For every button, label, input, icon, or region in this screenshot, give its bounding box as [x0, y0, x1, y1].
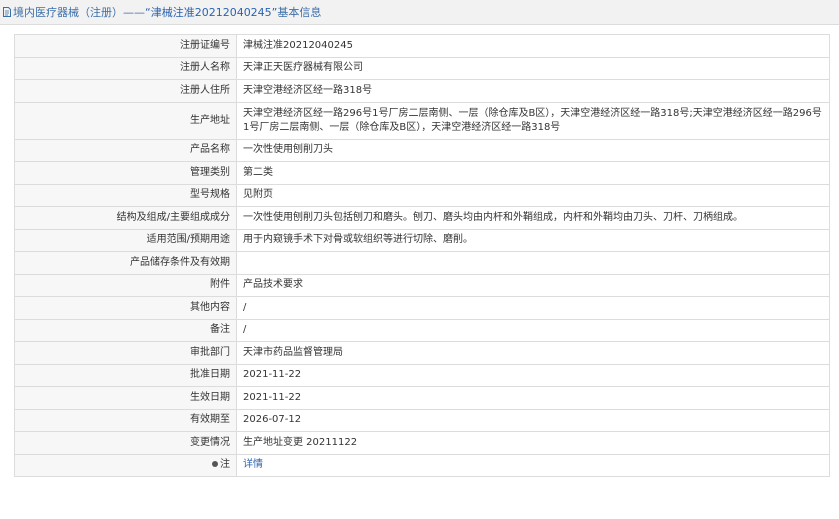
table-row-note: 注 详情 [14, 453, 830, 477]
table-row: 审批部门 天津市药品监督管理局 [14, 341, 830, 365]
bullet-icon [212, 461, 218, 468]
table-row: 生产地址 天津空港经济区经一路296号1号厂房二层南侧、一层（除仓库及B区），天津… [14, 101, 830, 140]
field-value: 用于内窥镜手术下对骨或软组织等进行切除、磨削。 [236, 228, 830, 252]
field-label: 产品名称 [14, 138, 237, 162]
field-label: 注册人名称 [14, 56, 237, 80]
field-value: 天津空港经济区经一路296号1号厂房二层南侧、一层（除仓库及B区），天津空港经济… [236, 101, 830, 140]
table-row: 附件 产品技术要求 [14, 273, 830, 297]
detail-table-body: 注册证编号 津械注准20212040245 注册人名称 天津正天医疗器械有限公司 注册人… [14, 34, 830, 477]
table-row: 备注 / [14, 318, 830, 342]
note-value-cell: 详情 [236, 453, 830, 477]
table-row: 适用范围/预期用途 用于内窥镜手术下对骨或软组织等进行切除、磨削。 [14, 228, 830, 252]
note-label: 注 [220, 459, 230, 471]
table-row: 其他内容 / [14, 296, 830, 320]
table-row: 有效期至 2026-07-12 [14, 408, 830, 432]
details-link[interactable]: 详情 [243, 459, 263, 470]
field-value: 一次性使用刨削刀头包括刨刀和磨头。刨刀、磨头均由内杆和外鞘组成，内杆和外鞘均由刀… [236, 206, 830, 230]
field-label: 其他内容 [14, 296, 237, 320]
field-value: / [236, 318, 830, 342]
field-label: 备注 [14, 318, 237, 342]
field-value: 第二类 [236, 161, 830, 185]
field-label: 型号规格 [14, 183, 237, 207]
field-label: 审批部门 [14, 341, 237, 365]
table-row: 批准日期 2021-11-22 [14, 363, 830, 387]
field-value: 天津正天医疗器械有限公司 [236, 56, 830, 80]
header-separator: —— [123, 5, 145, 19]
document-icon [3, 7, 11, 17]
field-value: 津械注准20212040245 [236, 34, 830, 58]
field-value: 一次性使用刨削刀头 [236, 138, 830, 162]
field-value: 天津市药品监督管理局 [236, 341, 830, 365]
field-value: 产品技术要求 [236, 273, 830, 297]
table-row: 生效日期 2021-11-22 [14, 386, 830, 410]
field-label: 适用范围/预期用途 [14, 228, 237, 252]
table-row: 产品名称 一次性使用刨削刀头 [14, 138, 830, 162]
table-row: 产品储存条件及有效期 [14, 251, 830, 275]
field-label: 管理类别 [14, 161, 237, 185]
table-row: 变更情况 生产地址变更 20211122 [14, 431, 830, 455]
field-label: 变更情况 [14, 431, 237, 455]
field-label: 注册人住所 [14, 79, 237, 103]
field-value: 2021-11-22 [236, 363, 830, 387]
field-label: 附件 [14, 273, 237, 297]
field-value: 天津空港经济区经一路318号 [236, 79, 830, 103]
note-label-cell: 注 [14, 453, 237, 477]
field-label: 生效日期 [14, 386, 237, 410]
header-category: 境内医疗器械（注册） [13, 6, 123, 19]
table-row: 注册人名称 天津正天医疗器械有限公司 [14, 56, 830, 80]
detail-table: 注册证编号 津械注准20212040245 注册人名称 天津正天医疗器械有限公司 注册人… [14, 34, 830, 477]
field-value: 见附页 [236, 183, 830, 207]
table-row: 结构及组成/主要组成成分 一次性使用刨削刀头包括刨刀和磨头。刨刀、磨头均由内杆和外… [14, 206, 830, 230]
table-row: 管理类别 第二类 [14, 161, 830, 185]
field-value: 2021-11-22 [236, 386, 830, 410]
field-label: 结构及组成/主要组成成分 [14, 206, 237, 230]
field-value: 2026-07-12 [236, 408, 830, 432]
field-value: 生产地址变更 20211122 [236, 431, 830, 455]
field-label: 批准日期 [14, 363, 237, 387]
header-suffix: 基本信息 [277, 6, 322, 19]
field-label: 有效期至 [14, 408, 237, 432]
field-value [236, 251, 830, 275]
table-row: 注册证编号 津械注准20212040245 [14, 34, 830, 58]
table-row: 注册人住所 天津空港经济区经一路318号 [14, 79, 830, 103]
field-label: 生产地址 [14, 101, 237, 140]
field-value: / [236, 296, 830, 320]
page-header: 境内医疗器械（注册） —— “津械注准20212040245” 基本信息 [0, 0, 839, 25]
table-row: 型号规格 见附页 [14, 183, 830, 207]
field-label: 注册证编号 [14, 34, 237, 58]
field-label: 产品储存条件及有效期 [14, 251, 237, 275]
header-registration-number: “津械注准20212040245” [145, 6, 278, 19]
